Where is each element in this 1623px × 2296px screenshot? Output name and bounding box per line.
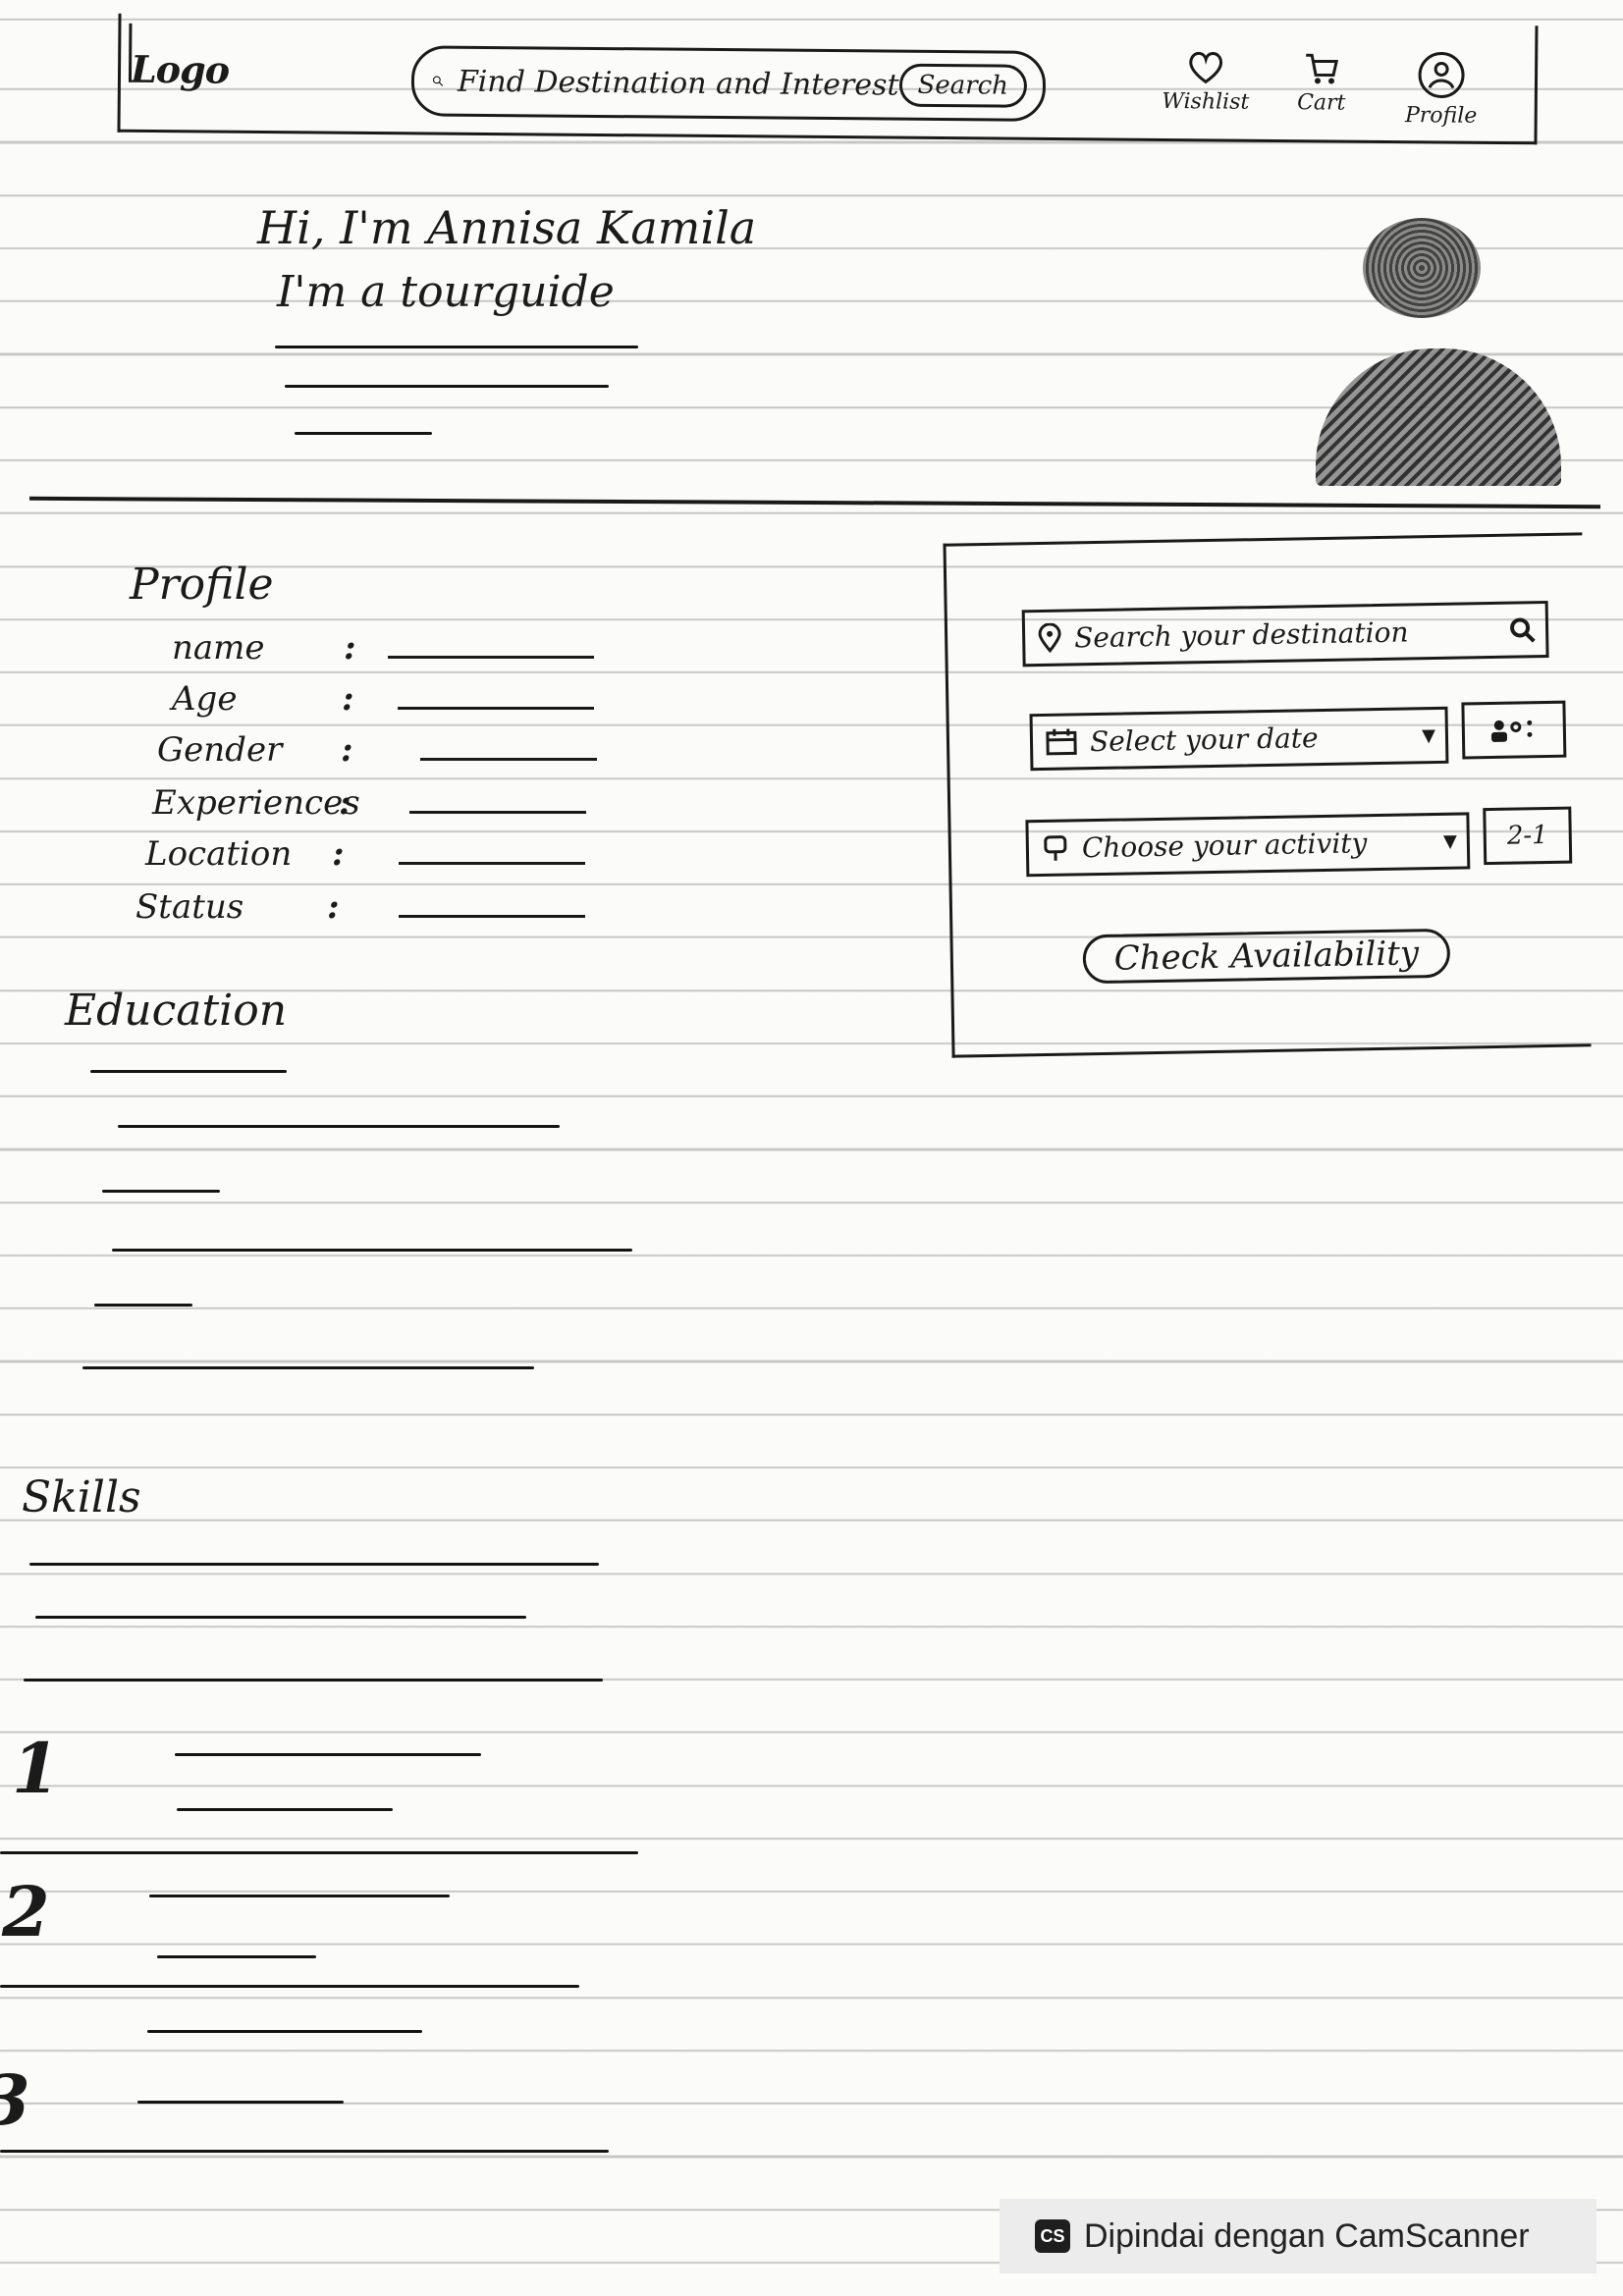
hero-greeting: Hi, I'm Annisa Kamila <box>257 201 757 254</box>
hero-placeholder-line <box>295 432 432 435</box>
profile-colon: : <box>341 730 353 770</box>
chevron-down-icon: ▼ <box>1421 724 1436 746</box>
profile-row-name: name : <box>172 628 663 675</box>
skills-item-line <box>175 1753 481 1756</box>
location-pin-icon <box>1038 622 1061 654</box>
skills-placeholder-line <box>35 1616 526 1619</box>
profile-label: Age <box>172 679 238 719</box>
profile-label: Gender <box>157 730 283 770</box>
skills-item-line <box>157 1955 316 1958</box>
profile-colon: : <box>332 834 345 874</box>
camscanner-logo: CS <box>1035 2219 1070 2253</box>
cart-icon <box>1306 53 1339 84</box>
search-placeholder: Find Destination and Interest <box>457 64 899 103</box>
skills-section-title: Skills <box>22 1472 141 1522</box>
guest-count-box[interactable] <box>1461 700 1567 760</box>
hero-divider <box>29 496 1600 509</box>
ruled-paper-background <box>0 0 1623 2296</box>
scanner-watermark: CS Dipindai dengan CamScanner <box>1000 2199 1596 2273</box>
profile-value-line <box>398 707 594 710</box>
profile-colon: : <box>342 679 354 719</box>
avatar-head-sketch <box>1363 218 1481 318</box>
education-placeholder-line <box>102 1190 220 1193</box>
date-select[interactable]: Select your date ▼ <box>1029 706 1449 772</box>
avatar-body-sketch <box>1316 348 1561 486</box>
nav-cart[interactable]: Cart <box>1268 49 1377 116</box>
calendar-icon <box>1046 728 1077 756</box>
scanner-text: Dipindai dengan CamScanner <box>1084 2216 1530 2255</box>
skills-divider <box>0 1851 638 1854</box>
hero-placeholder-line <box>275 346 638 348</box>
education-section-title: Education <box>65 986 288 1036</box>
hero-role: I'm a tourguide <box>277 267 615 317</box>
profile-row-gender: Gender : <box>157 730 648 777</box>
people-icon <box>1490 720 1533 742</box>
nav-wishlist[interactable]: Wishlist <box>1152 48 1261 115</box>
check-availability-button[interactable]: Check Availability <box>1082 928 1451 985</box>
profile-label: Status <box>135 887 244 927</box>
activity-placeholder: Choose your activity <box>1081 826 1368 864</box>
people-stepper[interactable]: 2-1 <box>1483 806 1573 866</box>
search-button[interactable]: Search <box>898 63 1028 108</box>
skills-placeholder-line <box>24 1679 603 1682</box>
education-placeholder-line <box>118 1125 560 1128</box>
profile-colon: : <box>344 628 356 667</box>
profile-value-line <box>399 862 585 865</box>
profile-value-line <box>399 915 585 918</box>
skills-item-line <box>137 2101 344 2104</box>
skills-item-line <box>177 1808 393 1811</box>
top-navbar: Logo Find Destination and Interest Searc… <box>117 13 1539 145</box>
search-icon <box>432 76 444 86</box>
profile-row-experiences: Experiences : <box>152 783 643 830</box>
skills-placeholder-line <box>29 1563 599 1566</box>
nav-cart-label: Cart <box>1297 90 1346 116</box>
profile-row-status: Status : <box>135 887 626 934</box>
skills-item-line <box>147 2030 422 2033</box>
education-placeholder-line <box>94 1304 192 1307</box>
profile-row-location: Location : <box>145 834 636 881</box>
list-number: 2 <box>2 1871 50 1952</box>
education-placeholder-line <box>82 1366 534 1369</box>
skills-item-line <box>149 1895 450 1897</box>
booking-card: Search your destination Select your date… <box>943 532 1592 1058</box>
skills-divider <box>0 1985 579 1988</box>
list-number: 3 <box>0 2059 30 2141</box>
heart-icon <box>1189 51 1223 84</box>
profile-colon: : <box>339 783 352 823</box>
profile-label: Location <box>145 834 293 874</box>
hero-placeholder-line <box>285 385 609 388</box>
profile-value-line <box>388 656 594 659</box>
profile-value-line <box>409 811 586 814</box>
nav-profile[interactable]: Profile <box>1387 50 1496 129</box>
destination-placeholder: Search your destination <box>1073 614 1409 654</box>
activity-icon <box>1044 835 1067 861</box>
education-placeholder-line <box>90 1070 287 1073</box>
nav-wishlist-label: Wishlist <box>1162 88 1250 115</box>
profile-colon: : <box>327 887 340 927</box>
education-placeholder-line <box>112 1249 632 1252</box>
destination-search-input[interactable]: Search your destination <box>1021 600 1549 667</box>
profile-section-title: Profile <box>130 560 274 610</box>
profile-label: Experiences <box>152 783 360 823</box>
chevron-down-icon: ▼ <box>1442 830 1458 852</box>
nav-profile-label: Profile <box>1404 103 1478 129</box>
profile-row-age: Age : <box>172 679 663 726</box>
activity-select[interactable]: Choose your activity ▼ <box>1025 812 1471 878</box>
skills-divider <box>0 2150 609 2153</box>
date-placeholder: Select your date <box>1089 721 1319 758</box>
header-search-bar[interactable]: Find Destination and Interest Search <box>410 45 1047 122</box>
profile-label: name <box>172 628 265 667</box>
list-number: 1 <box>12 1728 60 1809</box>
search-icon <box>1510 617 1536 643</box>
logo[interactable]: Logo <box>131 47 229 92</box>
profile-icon <box>1418 51 1465 98</box>
profile-value-line <box>420 758 597 761</box>
